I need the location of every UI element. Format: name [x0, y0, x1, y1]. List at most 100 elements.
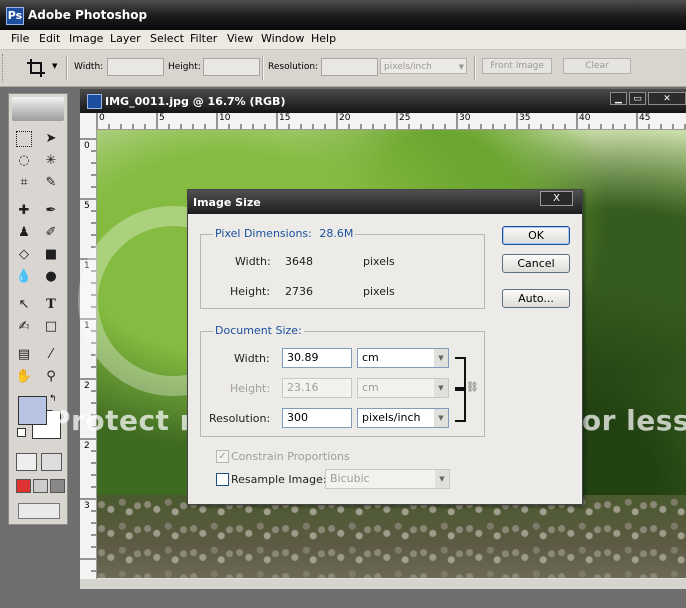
resample-method-select[interactable]: Bicubic ▼ [325, 469, 450, 489]
ruler-label: 10 [219, 113, 231, 123]
blur-icon[interactable]: 💧 [14, 267, 34, 287]
ruler-label: 2 [84, 381, 90, 391]
chevron-down-icon: ▼ [434, 379, 448, 397]
document-titlebar[interactable]: IMG_0011.jpg @ 16.7% (RGB) ▁ ▭ ✕ [80, 89, 686, 113]
resolution-units-select[interactable]: pixels/inch ▼ [380, 58, 467, 74]
text-icon[interactable]: T [41, 295, 61, 315]
resample-image-label: Resample Image: [231, 473, 327, 486]
app-title: Adobe Photoshop [28, 8, 148, 22]
doc-width-input[interactable]: 30.89 [282, 348, 352, 368]
screen-mode-full-menu-icon[interactable] [33, 479, 48, 493]
screen-mode-full-icon[interactable] [50, 479, 65, 493]
resolution-label: Resolution: [209, 412, 271, 425]
app-titlebar: Ps Adobe Photoshop [0, 0, 686, 30]
menu-layer[interactable]: Layer [110, 32, 141, 45]
photoshop-logo-icon: Ps [6, 7, 24, 25]
move-icon[interactable]: ➤ [41, 129, 61, 149]
marquee-icon[interactable] [16, 131, 32, 147]
minimize-button[interactable]: ▁ [610, 92, 627, 105]
dialog-titlebar[interactable]: Image Size X [188, 190, 582, 214]
maximize-button[interactable]: ▭ [629, 92, 646, 105]
lasso-icon[interactable]: ◌ [14, 151, 34, 171]
resolution-label: Resolution: [268, 62, 319, 72]
ruler-label: 45 [639, 113, 651, 123]
crop-icon[interactable] [26, 58, 46, 78]
resample-image-checkbox[interactable] [216, 473, 229, 486]
notes-icon[interactable]: ▤ [14, 345, 34, 365]
ruler-label: 15 [279, 113, 291, 123]
menu-filter[interactable]: Filter [190, 32, 217, 45]
menu-edit[interactable]: Edit [39, 32, 60, 45]
hand-icon[interactable]: ✋ [14, 367, 34, 387]
cancel-button[interactable]: Cancel [502, 254, 570, 273]
jump-to-imageready-icon[interactable] [18, 503, 60, 519]
close-window-button[interactable]: ✕ [648, 92, 686, 105]
clone-stamp-icon[interactable]: ♟ [14, 223, 34, 243]
tool-preset-arrow-icon[interactable]: ▼ [52, 62, 57, 70]
clear-button[interactable]: Clear [563, 58, 631, 74]
options-grip[interactable] [2, 54, 7, 82]
resolution-input[interactable] [321, 58, 378, 76]
auto-button[interactable]: Auto... [502, 289, 570, 308]
ruler-horizontal[interactable]: 0 5 10 15 20 25 30 35 40 45 [80, 113, 686, 130]
doc-width-unit-select[interactable]: cm ▼ [357, 348, 449, 368]
standard-mode-icon[interactable] [16, 453, 37, 471]
pen-icon[interactable]: ✍ [14, 317, 34, 337]
gradient-icon[interactable]: ■ [41, 245, 61, 265]
shape-icon[interactable]: □ [41, 317, 61, 337]
ok-button[interactable]: OK [502, 226, 570, 245]
options-divider [474, 56, 476, 80]
path-selection-icon[interactable]: ↖ [14, 295, 34, 315]
height-input[interactable] [203, 58, 260, 76]
toolbox-header-icon[interactable] [12, 97, 64, 121]
dialog-title: Image Size [193, 196, 261, 209]
ruler-label: 5 [159, 113, 165, 123]
ruler-label: 35 [519, 113, 531, 123]
ruler-label: 3 [84, 501, 90, 511]
doc-height-input[interactable]: 23.16 [282, 378, 352, 398]
menu-help[interactable]: Help [311, 32, 336, 45]
menu-select[interactable]: Select [150, 32, 184, 45]
eraser-icon[interactable]: ◇ [14, 245, 34, 265]
default-colors-icon[interactable] [17, 428, 26, 437]
pixel-width-value: 3648 [285, 255, 313, 268]
document-status-bar [80, 579, 686, 589]
image-size-dialog: Image Size X Pixel Dimensions: 28.6M Wid… [187, 189, 583, 505]
foreground-color-fill[interactable] [18, 396, 47, 425]
swap-colors-icon[interactable]: ↰ [49, 394, 57, 404]
screen-mode-standard-icon[interactable] [16, 479, 31, 493]
slice-icon[interactable]: ✎ [41, 173, 61, 193]
crop-tool-icon[interactable]: ⌗ [14, 173, 34, 193]
doc-width-unit-value: cm [362, 351, 379, 364]
pixel-height-value: 2736 [285, 285, 313, 298]
dodge-icon[interactable]: ● [41, 267, 61, 287]
doc-height-unit-select[interactable]: cm ▼ [357, 378, 449, 398]
menu-bar: File Edit Image Layer Select Filter View… [0, 30, 686, 50]
eyedropper-icon[interactable]: ⁄ [41, 345, 61, 365]
resample-method-value: Bicubic [330, 472, 370, 485]
resolution-input[interactable]: 300 [282, 408, 352, 428]
dialog-close-button[interactable]: X [540, 191, 573, 206]
doc-height-label: Height: [230, 382, 271, 395]
pixel-dimensions-title: Pixel Dimensions: 28.6M [213, 227, 356, 240]
chevron-down-icon: ▼ [435, 470, 449, 488]
pixel-width-label: Width: [235, 255, 271, 268]
pixel-width-unit: pixels [363, 255, 395, 268]
zoom-icon[interactable]: ⚲ [41, 367, 61, 387]
healing-brush-icon[interactable]: ✚ [14, 201, 34, 221]
history-brush-icon[interactable]: ✐ [41, 223, 61, 243]
width-input[interactable] [107, 58, 164, 76]
pixel-height-label: Height: [230, 285, 271, 298]
menu-image[interactable]: Image [69, 32, 103, 45]
menu-file[interactable]: File [11, 32, 29, 45]
constrain-proportions-checkbox[interactable]: ✓ [216, 450, 229, 463]
resolution-unit-select[interactable]: pixels/inch ▼ [357, 408, 449, 428]
magic-wand-icon[interactable]: ✳ [41, 151, 61, 171]
quick-mask-icon[interactable] [41, 453, 62, 471]
menu-window[interactable]: Window [261, 32, 304, 45]
options-divider [66, 56, 68, 80]
menu-view[interactable]: View [227, 32, 253, 45]
chain-link-icon: ⛓ [466, 382, 479, 393]
front-image-button[interactable]: Front Image [482, 58, 552, 74]
brush-icon[interactable]: ✒ [41, 201, 61, 221]
